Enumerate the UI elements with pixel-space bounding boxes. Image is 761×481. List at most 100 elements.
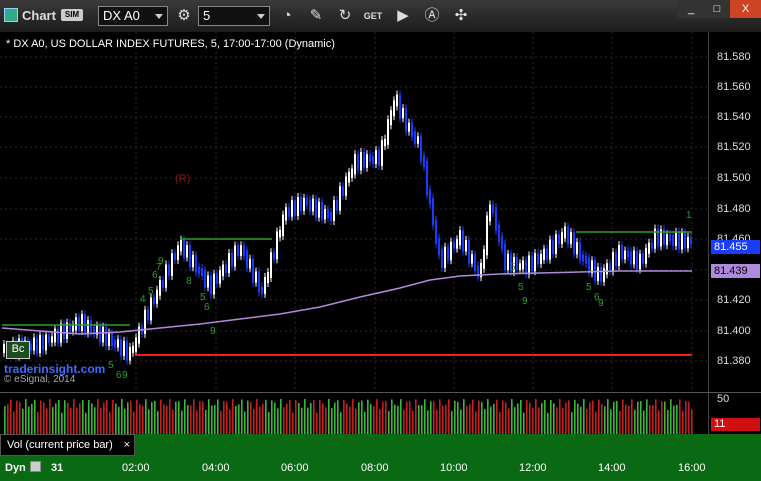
volume-bar xyxy=(145,399,147,435)
price-bar xyxy=(582,254,584,262)
price-bar xyxy=(306,197,308,206)
price-bar xyxy=(639,253,641,270)
volume-bar xyxy=(463,399,465,435)
tools-icon[interactable]: ✣ xyxy=(450,6,472,26)
minimize-button[interactable]: _ xyxy=(678,0,704,18)
price-bar xyxy=(327,209,329,219)
settings-gear-icon[interactable]: ⚙ xyxy=(173,6,195,26)
price-bar xyxy=(666,234,668,246)
volume-bar xyxy=(76,407,78,435)
volume-pane[interactable] xyxy=(0,392,708,435)
volume-bar xyxy=(205,409,207,435)
refresh-icon[interactable]: ↻ xyxy=(334,6,356,26)
price-bar xyxy=(561,232,563,245)
price-bar xyxy=(102,326,104,343)
volume-bar xyxy=(112,399,114,435)
volume-tick: 50 xyxy=(717,393,730,405)
price-bar xyxy=(318,201,320,218)
price-bar xyxy=(333,200,335,221)
bc-badge[interactable]: Bc xyxy=(6,341,30,359)
volume-bar xyxy=(124,408,126,435)
volume-bar xyxy=(439,399,441,435)
price-chart[interactable]: (R) 945 678 956 559 569 156 9 * DX A0, U… xyxy=(0,32,708,392)
volume-bar xyxy=(262,403,264,435)
volume-bar xyxy=(181,410,183,435)
volume-bar xyxy=(670,399,672,435)
price-bar xyxy=(111,332,113,346)
price-bar xyxy=(528,255,530,275)
price-bar xyxy=(87,320,89,334)
price-bar xyxy=(108,332,110,347)
volume-bar xyxy=(373,406,375,435)
chevron-down-icon[interactable] xyxy=(257,14,265,19)
price-bar xyxy=(210,275,212,295)
time-tick: 04:00 xyxy=(202,462,230,474)
volume-bar xyxy=(328,399,330,435)
clock-icon[interactable]: ◔ xyxy=(276,6,298,26)
price-bar xyxy=(39,335,41,354)
play-icon[interactable]: ▶ xyxy=(392,6,414,26)
volume-bar xyxy=(31,403,33,435)
price-bar xyxy=(420,136,422,162)
price-tick: 81.520 xyxy=(717,141,751,153)
volume-bar xyxy=(310,403,312,435)
symbol-combo[interactable]: DX A0 xyxy=(98,6,168,26)
price-bar xyxy=(555,234,557,255)
price-bar xyxy=(447,246,449,261)
price-bar xyxy=(594,260,596,281)
volume-bar xyxy=(646,399,648,435)
price-bar xyxy=(216,273,218,284)
price-bar xyxy=(192,254,194,268)
time-axis[interactable]: Dyn 31 02:00 04:00 06:00 08:00 10:00 12:… xyxy=(0,456,761,481)
get-icon[interactable]: GET xyxy=(362,6,384,26)
volume-bar xyxy=(280,399,282,435)
volume-bar xyxy=(592,400,594,435)
price-bar xyxy=(369,154,371,162)
volume-bar xyxy=(160,399,162,435)
volume-bar xyxy=(520,399,522,435)
volume-bar xyxy=(208,399,210,435)
chevron-down-icon[interactable] xyxy=(155,14,163,19)
maximize-button[interactable]: □ xyxy=(704,0,730,18)
svg-text:9: 9 xyxy=(522,296,528,307)
volume-bar xyxy=(277,408,279,435)
interval-combo[interactable]: 5 xyxy=(198,6,270,26)
volume-bar xyxy=(64,400,66,435)
price-bar xyxy=(330,212,332,221)
dyn-button[interactable]: Dyn xyxy=(5,462,26,474)
volume-bar xyxy=(97,399,99,435)
alert-icon[interactable]: Ⓐ xyxy=(421,6,443,26)
price-bar xyxy=(357,154,359,171)
volume-bar xyxy=(241,399,243,435)
volume-bar xyxy=(304,399,306,435)
volume-bar xyxy=(544,400,546,435)
volume-bar xyxy=(577,403,579,435)
price-bar xyxy=(228,252,230,273)
close-icon[interactable]: × xyxy=(124,435,130,455)
pencil-icon[interactable]: ✎ xyxy=(305,6,327,26)
volume-bar xyxy=(484,408,486,435)
volume-bar xyxy=(136,399,138,435)
volume-bar xyxy=(325,407,327,435)
volume-bar xyxy=(457,401,459,435)
volume-bar xyxy=(223,400,225,435)
volume-bar xyxy=(127,402,129,435)
volume-bar xyxy=(394,404,396,435)
close-button[interactable]: X xyxy=(730,0,761,18)
price-axis[interactable]: 81.580 81.560 81.540 81.520 81.500 81.48… xyxy=(708,32,761,392)
volume-bar xyxy=(130,400,132,435)
status-strip-right xyxy=(708,434,761,456)
volume-bar xyxy=(232,399,234,435)
price-bar xyxy=(651,242,653,249)
volume-bar xyxy=(250,402,252,435)
price-bar xyxy=(540,253,542,264)
volume-bar xyxy=(619,411,621,435)
scale-lock-icon[interactable] xyxy=(30,461,41,472)
window-title: Chart xyxy=(22,8,56,23)
volume-bar xyxy=(265,399,267,435)
volume-study-label[interactable]: Vol (current price bar) × xyxy=(0,434,135,456)
price-bar xyxy=(156,289,158,304)
price-bar xyxy=(255,271,257,283)
volume-bar xyxy=(691,409,693,435)
price-bar xyxy=(51,336,53,343)
